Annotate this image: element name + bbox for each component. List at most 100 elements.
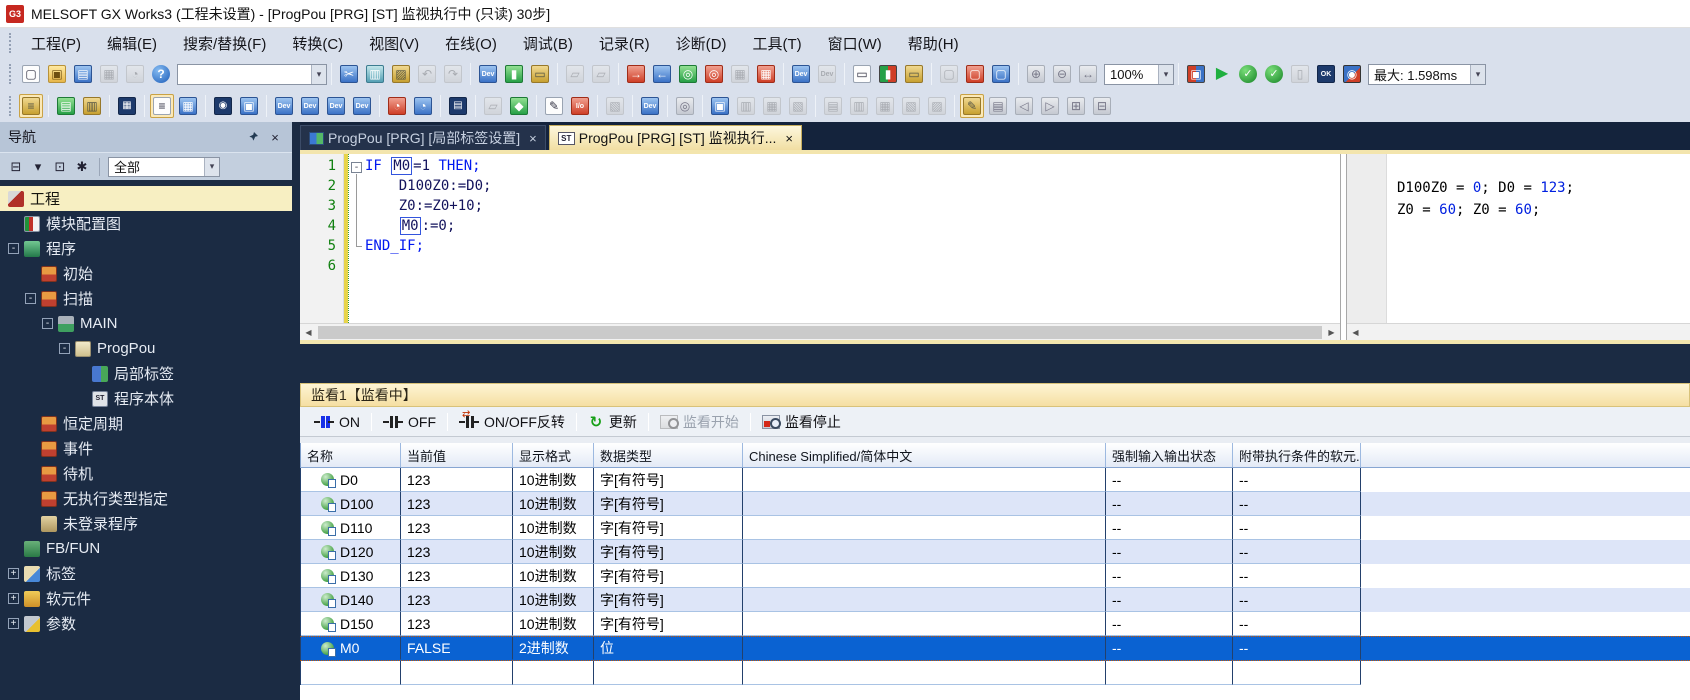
tree-item-initial[interactable]: 初始 (0, 261, 292, 286)
tree-item-no-execution-type[interactable]: 无执行类型指定 (0, 486, 292, 511)
drag-handle[interactable] (9, 64, 13, 84)
device-replace-icon[interactable]: Dev (324, 94, 348, 118)
monitor-status-icon[interactable]: ▣ (1184, 62, 1208, 86)
drag-handle[interactable] (9, 96, 13, 116)
expand-icon[interactable]: + (8, 618, 19, 629)
zoom-in-icon[interactable]: ⊕ (1024, 62, 1048, 86)
table-row-empty[interactable] (300, 661, 1690, 685)
tab-progpou-local-label[interactable]: ProgPou [PRG] [局部标签设置]× (300, 125, 546, 150)
close-icon[interactable]: × (785, 131, 793, 146)
fold-collapse-icon[interactable]: - (351, 162, 362, 173)
menu-item-view[interactable]: 视图(V) (356, 28, 432, 58)
cut-icon[interactable]: ✂ (337, 62, 361, 86)
save-project-icon[interactable]: ▤ (71, 62, 95, 86)
zoom-fit-icon[interactable]: ↔ (1076, 62, 1100, 86)
view-outline-icon[interactable]: ≡ (150, 94, 174, 118)
force-on-button[interactable]: ON (308, 414, 366, 430)
address-find-icon[interactable]: ◎ (673, 94, 697, 118)
column-header[interactable]: 名称 (301, 443, 401, 467)
check-all-icon[interactable]: ✓ (1262, 62, 1286, 86)
zoom-level-combo[interactable]: 100%▾ (1104, 64, 1174, 85)
tree-item-scan[interactable]: -扫描 (0, 286, 292, 311)
pin-icon[interactable] (244, 128, 262, 146)
menu-item-edit[interactable]: 编辑(E) (94, 28, 170, 58)
scan-gauge-find-icon[interactable]: ◔ (411, 94, 435, 118)
connection-test-icon[interactable]: ◉ (1340, 62, 1364, 86)
scroll-left-icon[interactable]: ◀ (300, 324, 317, 340)
column-header[interactable]: 强制输入输出状态 (1106, 443, 1233, 467)
doc-duplicate-icon[interactable]: ▤ (986, 94, 1010, 118)
tree-item-progpou[interactable]: -ProgPou (0, 336, 292, 361)
tree-item-project[interactable]: 工程 (0, 186, 292, 211)
window-find-icon[interactable]: ▣ (708, 94, 732, 118)
column-header[interactable]: 数据类型 (594, 443, 743, 467)
menu-item-project[interactable]: 工程(P) (18, 28, 94, 58)
menu-item-search-replace[interactable]: 搜索/替换(F) (170, 28, 279, 58)
module-config-icon[interactable]: ▦ (115, 94, 139, 118)
open-project-icon[interactable]: ▣ (45, 62, 69, 86)
tree-item-parameter[interactable]: +参数 (0, 611, 292, 636)
collapse-icon[interactable]: - (59, 343, 70, 354)
expand-icon[interactable]: + (8, 593, 19, 604)
monitor-horizontal-scrollbar[interactable]: ◀ (1347, 323, 1690, 340)
view-grid-icon[interactable]: ▦ (176, 94, 200, 118)
drag-handle[interactable] (9, 33, 13, 53)
tree-item-unregistered-program[interactable]: 未登录程序 (0, 511, 292, 536)
run-icon[interactable]: ▶ (1210, 62, 1234, 86)
column-header[interactable]: 附带执行条件的软元... (1233, 443, 1361, 467)
monitor-stop-plc-icon[interactable]: ◎ (702, 62, 726, 86)
zoom-out-icon[interactable]: ⊖ (1050, 62, 1074, 86)
st-code-pane[interactable]: 123456 -IF M0=1 THEN; D100Z0:=D0; Z0:=Z0… (300, 154, 1340, 340)
menu-item-convert[interactable]: 转换(C) (279, 28, 356, 58)
watch-stop-button[interactable]: 监看停止 (756, 412, 847, 432)
scan-time-combo[interactable]: 最大: 1.598ms▾ (1368, 64, 1486, 85)
screen-monitor-stop-icon[interactable]: ▢ (963, 62, 987, 86)
table-row-d150[interactable]: D15012310进制数字[有符号]---- (300, 612, 1690, 636)
table-row-d0[interactable]: D012310进制数字[有符号]---- (300, 468, 1690, 492)
collapse-icon[interactable]: - (25, 293, 36, 304)
update-button[interactable]: ↻更新 (582, 412, 643, 432)
project-search-combo[interactable]: ▾ (177, 64, 327, 85)
menu-item-diagnostics[interactable]: 诊断(D) (663, 28, 740, 58)
column-header[interactable]: Chinese Simplified/简体中文 (743, 443, 1106, 467)
device-table-icon[interactable]: Dev (298, 94, 322, 118)
close-icon[interactable]: × (529, 131, 537, 146)
code-horizontal-scrollbar[interactable]: ◀ ▶ (300, 323, 1340, 340)
io-check-icon[interactable]: I/o (568, 94, 592, 118)
expand-icon[interactable]: + (8, 568, 19, 579)
plc-diagnostics-icon[interactable]: ▦ (754, 62, 778, 86)
tree-display-icon[interactable]: ⊟ (6, 156, 26, 178)
st-code-editor[interactable]: -IF M0=1 THEN; D100Z0:=D0; Z0:=Z0+10; M0… (348, 154, 1340, 323)
device-comment-icon[interactable]: ▮ (876, 62, 900, 86)
tree-item-fixed-cycle[interactable]: 恒定周期 (0, 411, 292, 436)
column-header[interactable]: 当前值 (401, 443, 513, 467)
io-assign-icon[interactable]: ▥ (80, 94, 104, 118)
tab-progpou-st-monitor[interactable]: STProgPou [PRG] [ST] 监视执行...× (549, 125, 802, 150)
check-program-icon[interactable]: ✓ (1236, 62, 1260, 86)
tree-item-main[interactable]: -MAIN (0, 311, 292, 336)
tree-item-fb-fun[interactable]: FB/FUN (0, 536, 292, 561)
menu-item-help[interactable]: 帮助(H) (895, 28, 972, 58)
menu-item-tool[interactable]: 工具(T) (739, 28, 814, 58)
table-row-d140[interactable]: D14012310进制数字[有符号]---- (300, 588, 1690, 612)
help-icon[interactable]: ? (149, 62, 173, 86)
write-to-plc-icon[interactable]: → (624, 62, 648, 86)
table-row-d100[interactable]: D10012310进制数字[有符号]---- (300, 492, 1690, 516)
device-write-icon[interactable]: Dev (476, 62, 500, 86)
line-insert-icon[interactable]: ⊞ (1064, 94, 1088, 118)
tree-item-event[interactable]: 事件 (0, 436, 292, 461)
find-window-icon[interactable]: ▣ (237, 94, 261, 118)
settings-gear-icon[interactable]: ✱ (72, 156, 92, 178)
scroll-right-icon[interactable]: ▶ (1323, 324, 1340, 340)
find-doc-prev-icon[interactable]: ◁ (1012, 94, 1036, 118)
chevron-down-icon[interactable]: ▾ (28, 156, 48, 178)
program-list-icon[interactable]: ▤ (446, 94, 470, 118)
scroll-left-icon[interactable]: ◀ (1347, 324, 1364, 340)
collapse-icon[interactable]: - (42, 318, 53, 329)
item-display-icon[interactable]: ⊡ (50, 156, 70, 178)
table-row-d120[interactable]: D12012310进制数字[有符号]---- (300, 540, 1690, 564)
device-terminal-icon[interactable]: ▮ (502, 62, 526, 86)
scrollbar-thumb[interactable] (318, 326, 1322, 339)
tree-item-device[interactable]: +软元件 (0, 586, 292, 611)
new-project-icon[interactable]: ▢ (19, 62, 43, 86)
